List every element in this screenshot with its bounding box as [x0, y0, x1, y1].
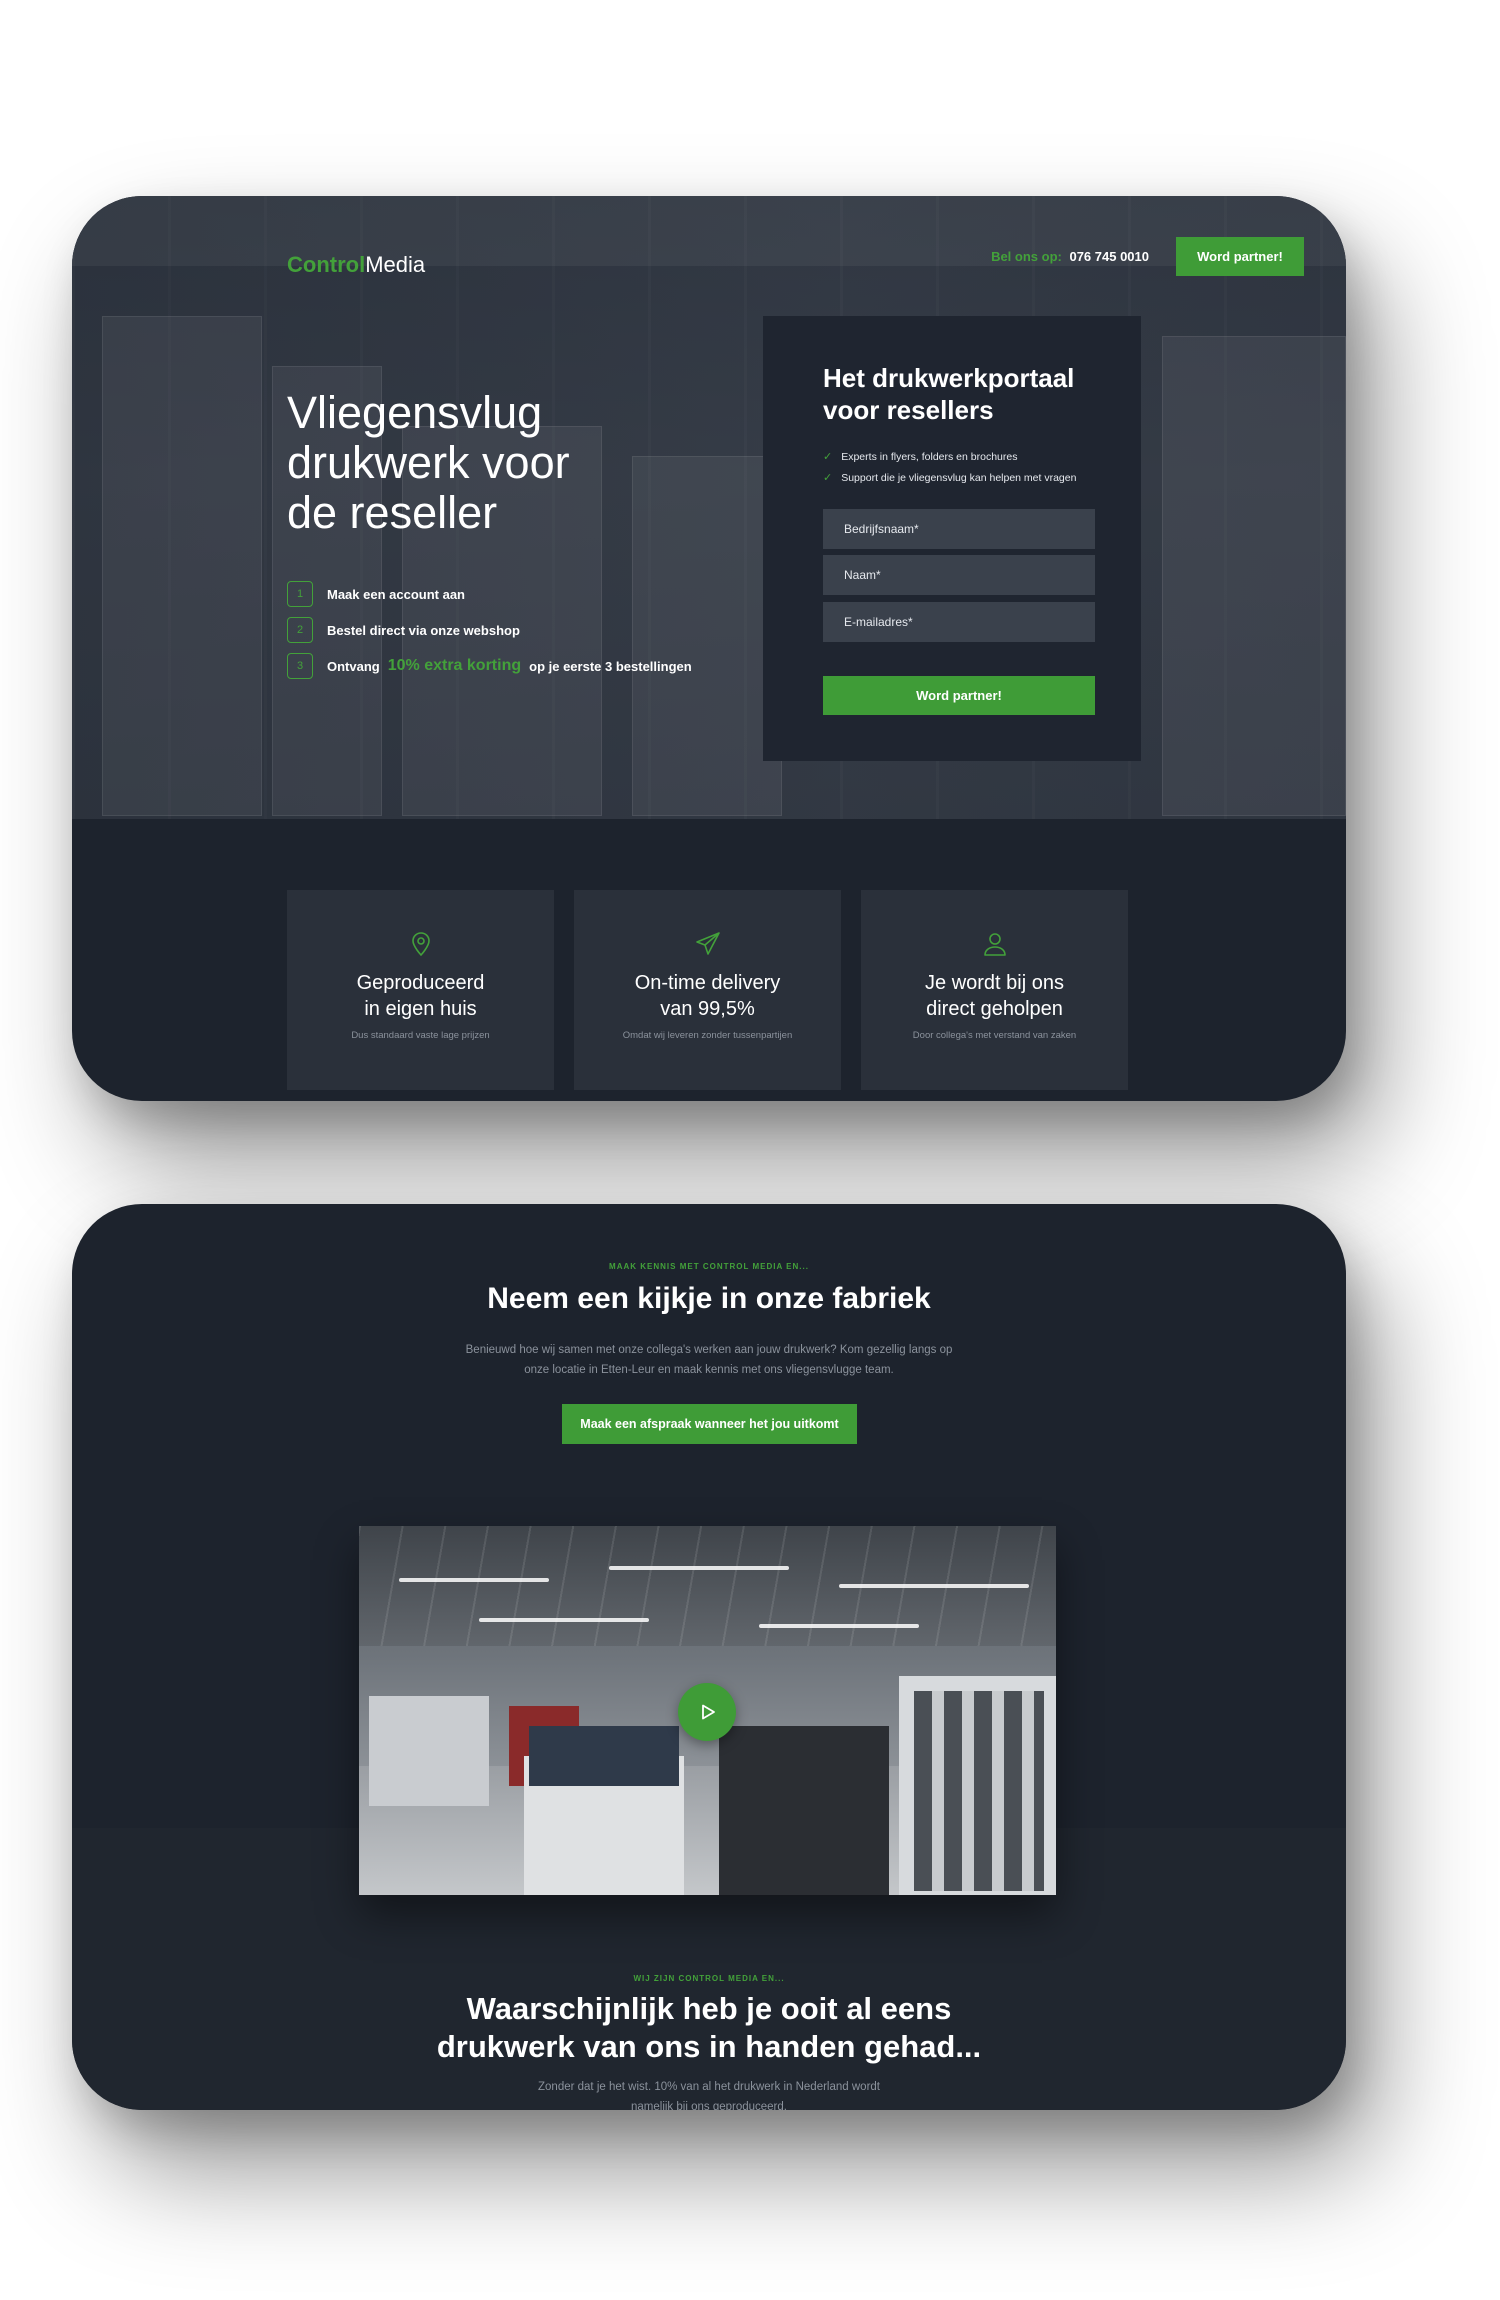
video-light: [609, 1566, 789, 1570]
step-item: 3 Ontvang 10% extra korting op je eerste…: [287, 648, 692, 684]
logo-control-text: Control: [287, 252, 366, 277]
check-icon: ✓: [823, 472, 833, 484]
checklist-item: ✓ Experts in flyers, folders en brochure…: [823, 446, 1076, 467]
factory-text: Benieuwd hoe wij samen met onze collega'…: [465, 1344, 953, 1376]
logo[interactable]: ControlMedia: [287, 252, 425, 278]
form-submit-button[interactable]: Word partner!: [823, 676, 1095, 715]
steps-list: 1 Maak een account aan 2 Bestel direct v…: [287, 576, 692, 684]
feature-title-line: in eigen huis: [364, 998, 477, 1020]
feature-card: Geproduceerd in eigen huis Dus standaard …: [287, 890, 554, 1090]
phone-number-link[interactable]: 076 745 0010: [1069, 249, 1149, 264]
check-icon: ✓: [823, 451, 833, 463]
feature-title-line: van 99,5%: [660, 998, 755, 1020]
name-field[interactable]: Naam*: [823, 555, 1095, 595]
factory-title: Neem een kijkje in onze fabriek: [487, 1282, 931, 1315]
factory-video[interactable]: [359, 1526, 1056, 1895]
hero-machine-shape: [1162, 336, 1346, 816]
discount-highlight: 10% extra korting: [387, 657, 522, 674]
landing-page-top-card: ControlMedia Bel ons op: 076 745 0010 Wo…: [72, 196, 1346, 1101]
checklist-text: Support die je vliegensvlug kan helpen m…: [841, 471, 1077, 484]
feature-cards: Geproduceerd in eigen huis Dus standaard …: [287, 890, 1128, 1090]
video-light: [839, 1584, 1029, 1588]
step-item: 2 Bestel direct via onze webshop: [287, 612, 692, 648]
benefit-checklist: ✓ Experts in flyers, folders en brochure…: [823, 446, 1076, 488]
signup-form-panel: Het drukwerkportaal voor resellers ✓ Exp…: [763, 316, 1141, 761]
user-icon: [983, 933, 1006, 956]
company-name-field[interactable]: Bedrijfsnaam*: [823, 509, 1095, 549]
step-number-badge: 2: [287, 617, 313, 643]
play-button[interactable]: [678, 1683, 736, 1741]
step-text: op je eerste 3 bestellingen: [529, 658, 692, 674]
email-field[interactable]: E-mailadres*: [823, 602, 1095, 642]
about-title-line: drukwerk van ons in handen gehad...: [436, 2029, 982, 2064]
video-light: [759, 1624, 919, 1628]
feature-card: Je wordt bij ons direct geholpen Door col…: [861, 890, 1128, 1090]
about-eyebrow: WIJ ZIJN CONTROL MEDIA EN...: [633, 1974, 785, 1983]
feature-title-line: Geproduceerd: [356, 972, 485, 994]
checklist-item: ✓ Support die je vliegensvlug kan helpen…: [823, 467, 1076, 488]
step-text: Bestel direct via onze webshop: [327, 622, 520, 638]
feature-subtitle: Omdat wij leveren zonder tussenpartijen: [622, 1030, 793, 1041]
play-icon: [702, 1704, 715, 1720]
step-number-badge: 1: [287, 581, 313, 607]
about-text: Zonder dat je het wist. 10% van al het d…: [538, 2081, 880, 2110]
video-screen: [529, 1726, 679, 1786]
feature-title-line: Je wordt bij ons: [925, 972, 1064, 994]
form-title: Het drukwerkportaal voor resellers: [823, 363, 1075, 425]
step-item: 1 Maak een account aan: [287, 576, 692, 612]
step-text: Maak een account aan: [327, 586, 465, 602]
video-machine: [719, 1726, 889, 1895]
feature-title-line: On-time delivery: [634, 972, 781, 994]
video-press-units: [914, 1691, 1044, 1891]
appointment-button[interactable]: Maak een afspraak wanneer het jou uitkom…: [562, 1404, 857, 1444]
feature-title-line: direct geholpen: [926, 998, 1063, 1020]
video-light: [399, 1578, 549, 1582]
hero-ceiling: [72, 196, 1346, 266]
feature-title: Geproduceerd in eigen huis: [357, 970, 485, 1022]
logo-media-text: Media: [365, 252, 426, 277]
landing-page-bottom-card: MAAK KENNIS MET CONTROL MEDIA EN... Neem…: [72, 1204, 1346, 2110]
hero-machine-shape: [102, 316, 262, 816]
feature-title: On-time delivery van 99,5%: [635, 970, 781, 1022]
about-title: Waarschijnlijk heb je ooit al eens drukwe…: [72, 1990, 1346, 2066]
feature-subtitle: Door collega's met verstand van zaken: [912, 1030, 1077, 1041]
hero-section: ControlMedia Bel ons op: 076 745 0010 Wo…: [72, 196, 1346, 819]
feature-subtitle: Dus standaard vaste lage prijzen: [351, 1030, 490, 1041]
phone-info: Bel ons op: 076 745 0010: [991, 249, 1149, 264]
location-pin-icon: [411, 932, 430, 957]
phone-label: Bel ons op:: [991, 249, 1062, 264]
header-partner-button[interactable]: Word partner!: [1176, 237, 1304, 276]
feature-title: Je wordt bij ons direct geholpen: [925, 970, 1064, 1022]
video-light: [479, 1618, 649, 1622]
hero-title: Vliegensvlug drukwerk voor de reseller: [287, 387, 570, 538]
step-text: Ontvang: [327, 658, 380, 674]
paper-plane-icon: [695, 932, 720, 955]
feature-card: On-time delivery van 99,5% Omdat wij leve…: [574, 890, 841, 1090]
video-machine: [369, 1696, 489, 1806]
step-number-badge: 3: [287, 653, 313, 679]
about-title-line: Waarschijnlijk heb je ooit al eens: [466, 1991, 952, 2026]
factory-eyebrow: MAAK KENNIS MET CONTROL MEDIA EN...: [609, 1262, 809, 1271]
checklist-text: Experts in flyers, folders en brochures: [841, 450, 1018, 463]
